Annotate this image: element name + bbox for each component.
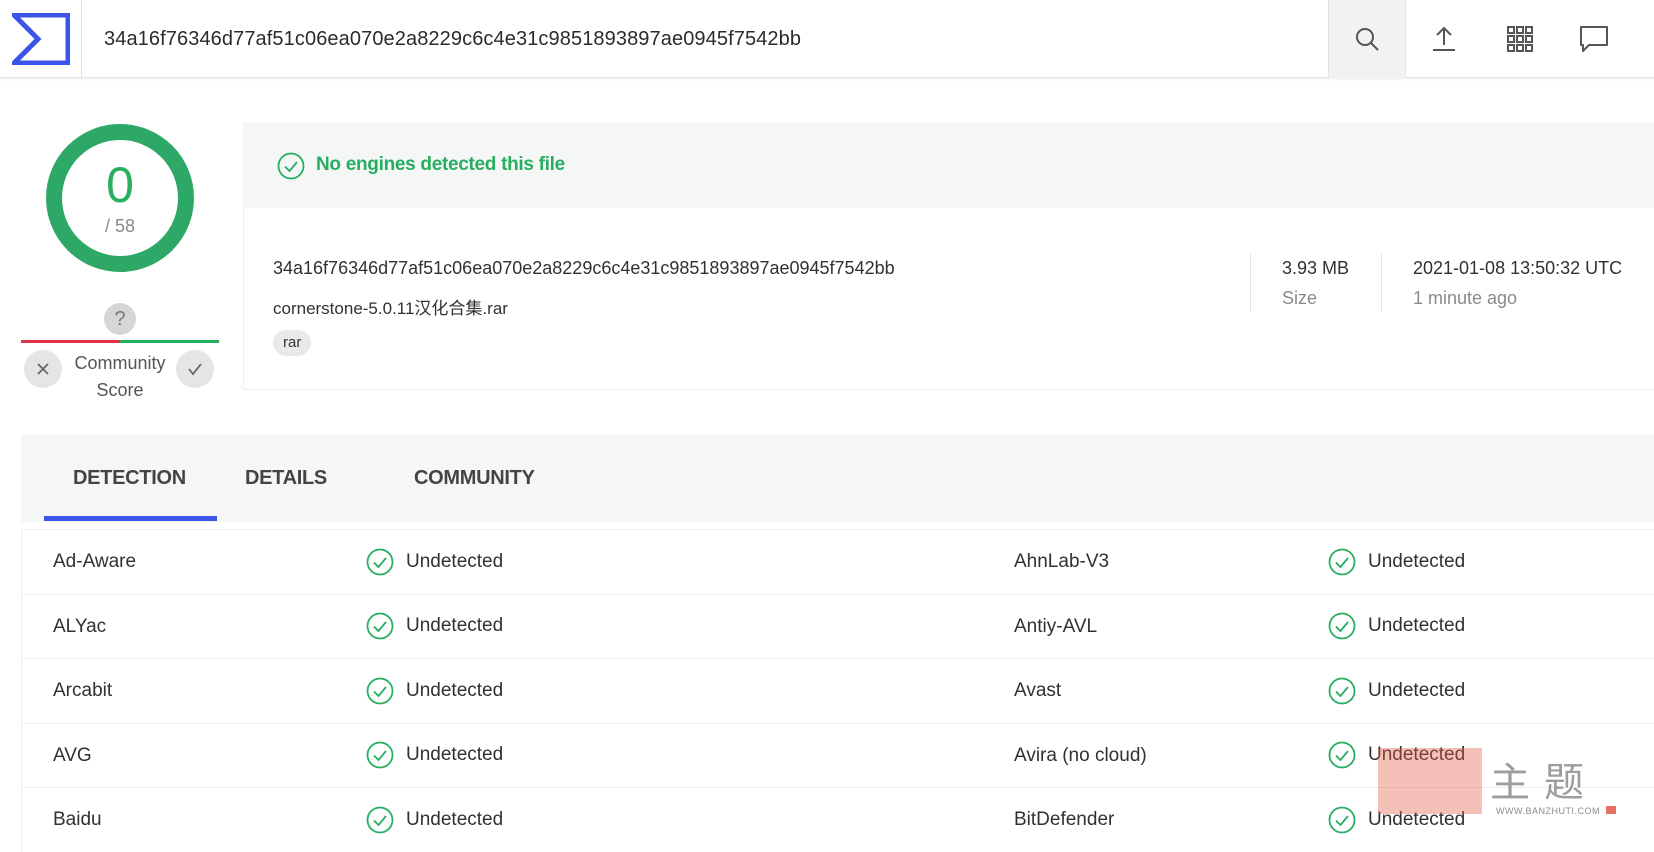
engine-result: Undetected bbox=[1328, 595, 1465, 658]
engine-total: / 58 bbox=[104, 216, 136, 236]
banner-message: No engines detected this file bbox=[316, 154, 565, 175]
logo-icon bbox=[11, 13, 70, 65]
tab-details[interactable]: DETAILS bbox=[245, 434, 327, 522]
table-row: Arcabit Undetected Avast Undetected bbox=[22, 659, 1654, 724]
watermark-url: WWW.BANZHUTI.COM bbox=[1496, 806, 1600, 816]
file-size-label: Size bbox=[1282, 288, 1318, 308]
chat-button[interactable] bbox=[1556, 0, 1632, 78]
result-label: Undetected bbox=[406, 615, 504, 636]
result-label: Undetected bbox=[1368, 679, 1466, 701]
engine-result: Undetected bbox=[1328, 530, 1465, 593]
engine-name: BitDefender bbox=[1014, 809, 1115, 830]
divider bbox=[1250, 254, 1251, 312]
engine-name: AVG bbox=[53, 744, 92, 766]
search-query[interactable]: 34a16f76346d77af51c06ea070e2a8229c6c4e31… bbox=[104, 0, 801, 78]
engine-name: Avira (no cloud) bbox=[1014, 744, 1147, 766]
engine-name: Ad-Aware bbox=[53, 551, 137, 572]
apps-grid-icon bbox=[1507, 26, 1533, 52]
engine-result: Undetected bbox=[366, 659, 503, 722]
tab-detection[interactable]: DETECTION bbox=[73, 434, 186, 522]
watermark-stamp bbox=[1378, 748, 1482, 814]
community-label-line1: Community bbox=[74, 353, 166, 373]
result-label: Undetected bbox=[406, 550, 504, 572]
check-circle-icon bbox=[1328, 548, 1356, 575]
analysis-date-relative: 1 minute ago bbox=[1413, 288, 1518, 308]
engine-name: AhnLab-V3 bbox=[1014, 551, 1110, 572]
engine-name: ALYac bbox=[53, 615, 107, 637]
table-row: ALYac Undetected Antiy-AVL Undetected bbox=[22, 595, 1654, 659]
engine-name: Arcabit bbox=[53, 680, 113, 701]
divider bbox=[1381, 254, 1382, 312]
engine-result: Undetected bbox=[366, 788, 503, 851]
table-row: Ad-Aware Undetected AhnLab-V3 Undetected bbox=[22, 530, 1654, 595]
community-label-line2: Score bbox=[96, 380, 144, 400]
search-button[interactable] bbox=[1328, 0, 1406, 78]
engine-result: Undetected bbox=[1328, 659, 1465, 722]
check-circle-icon bbox=[366, 677, 394, 704]
result-label: Undetected bbox=[406, 679, 504, 701]
community-score-label: Community Score bbox=[62, 350, 178, 404]
community-score-bar-negative bbox=[21, 340, 120, 343]
engine-result: Undetected bbox=[366, 595, 503, 658]
search-icon bbox=[1356, 28, 1379, 51]
engine-name: Antiy-AVL bbox=[1014, 615, 1098, 637]
check-circle-icon bbox=[366, 612, 394, 640]
community-score-question-icon: ? bbox=[104, 303, 136, 335]
result-label: Undetected bbox=[1368, 550, 1466, 572]
engine-result: Undetected bbox=[366, 724, 503, 787]
top-bar: 34a16f76346d77af51c06ea070e2a8229c6c4e31… bbox=[0, 0, 1654, 78]
check-circle-icon bbox=[1328, 741, 1356, 769]
watermark: 主题 WWW.BANZHUTI.COM bbox=[1378, 744, 1618, 824]
detection-count: 0 bbox=[106, 157, 134, 213]
file-summary-card: 34a16f76346d77af51c06ea070e2a8229c6c4e31… bbox=[243, 208, 1654, 390]
result-label: Undetected bbox=[406, 808, 504, 830]
file-name: cornerstone-5.0.11汉化合集.rar bbox=[273, 299, 508, 318]
detection-summary-banner: No engines detected this file bbox=[243, 122, 1654, 208]
file-hash: 34a16f76346d77af51c06ea070e2a8229c6c4e31… bbox=[273, 258, 895, 278]
vote-harmful-button[interactable] bbox=[24, 350, 62, 388]
watermark-mark bbox=[1606, 806, 1616, 814]
community-score-bar-positive bbox=[120, 340, 219, 343]
upload-button[interactable] bbox=[1406, 0, 1482, 78]
upload-icon bbox=[1433, 26, 1455, 51]
check-circle-icon bbox=[366, 741, 394, 769]
close-icon bbox=[37, 363, 49, 375]
checkmark-icon bbox=[188, 363, 202, 376]
result-label: Undetected bbox=[1368, 615, 1466, 636]
check-circle-icon bbox=[366, 548, 394, 575]
analysis-date-value: 2021-01-08 13:50:32 UTC bbox=[1413, 258, 1623, 278]
engine-name: Avast bbox=[1014, 680, 1062, 701]
engine-result: Undetected bbox=[366, 530, 503, 593]
chat-icon bbox=[1580, 26, 1608, 52]
tab-community[interactable]: COMMUNITY bbox=[414, 434, 535, 522]
check-circle-icon bbox=[1328, 677, 1356, 704]
report-tabs: DETECTION DETAILS COMMUNITY bbox=[21, 434, 1654, 522]
check-circle-icon bbox=[1328, 612, 1356, 640]
file-size-value: 3.93 MB bbox=[1282, 258, 1350, 278]
check-circle-icon bbox=[277, 152, 305, 180]
check-circle-icon bbox=[366, 806, 394, 833]
virustotal-logo[interactable] bbox=[0, 0, 82, 78]
apps-button[interactable] bbox=[1482, 0, 1558, 78]
result-label: Undetected bbox=[406, 744, 504, 765]
file-type-tag[interactable]: rar bbox=[273, 330, 312, 356]
vote-harmless-button[interactable] bbox=[176, 350, 214, 388]
active-tab-indicator bbox=[44, 516, 217, 521]
check-circle-icon bbox=[1328, 806, 1356, 833]
engine-name: Baidu bbox=[53, 809, 102, 830]
watermark-text: 主题 bbox=[1490, 760, 1598, 806]
